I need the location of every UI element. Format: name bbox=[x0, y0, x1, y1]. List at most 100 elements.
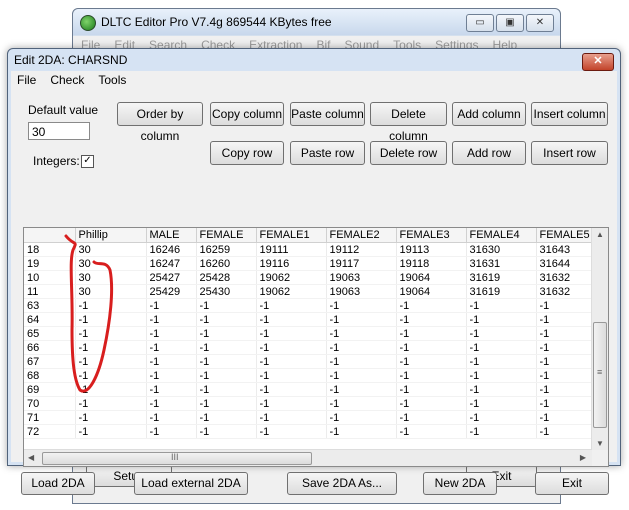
cell-female4[interactable]: 31619 bbox=[466, 284, 537, 299]
table-row[interactable]: 72 -1 -1 -1 -1 -1 -1 -1 -1 bbox=[24, 424, 597, 439]
table-row[interactable]: 64 -1 -1 -1 -1 -1 -1 -1 -1 bbox=[24, 312, 597, 327]
cell-female[interactable]: -1 bbox=[196, 298, 257, 313]
vertical-scroll-thumb[interactable]: ≡ bbox=[593, 322, 607, 428]
cell-female3[interactable]: -1 bbox=[396, 340, 467, 355]
column-header-female3[interactable]: FEMALE3 bbox=[396, 228, 467, 243]
order-by-column-button[interactable]: Order by column bbox=[117, 102, 203, 143]
cell-male[interactable]: 16246 bbox=[146, 242, 197, 257]
cell-phillip[interactable]: -1 bbox=[75, 424, 147, 439]
table-row[interactable]: 18 30 16246 16259 19111 19112 19113 31630 31643 bbox=[24, 242, 597, 257]
cell-female1[interactable]: 19062 bbox=[256, 270, 327, 285]
cell-female5[interactable]: -1 bbox=[536, 424, 597, 439]
insert-column-button[interactable]: Insert column bbox=[531, 102, 608, 126]
cell-female4[interactable]: 31619 bbox=[466, 270, 537, 285]
load-external-2da-button[interactable]: Load external 2DA bbox=[134, 472, 248, 495]
cell-female2[interactable]: -1 bbox=[326, 298, 397, 313]
scroll-left-arrow-icon[interactable]: ◀ bbox=[28, 453, 34, 462]
cell-female4[interactable]: 31630 bbox=[466, 242, 537, 257]
cell-phillip[interactable]: -1 bbox=[75, 354, 147, 369]
cell-female2[interactable]: -1 bbox=[326, 326, 397, 341]
scroll-down-arrow-icon[interactable]: ▼ bbox=[596, 439, 604, 448]
cell-female4[interactable]: -1 bbox=[466, 396, 537, 411]
cell-male[interactable]: -1 bbox=[146, 312, 197, 327]
cell-female1[interactable]: -1 bbox=[256, 396, 327, 411]
cell-female3[interactable]: -1 bbox=[396, 368, 467, 383]
delete-row-button[interactable]: Delete row bbox=[370, 141, 447, 165]
cell-female3[interactable]: -1 bbox=[396, 396, 467, 411]
horizontal-scrollbar[interactable]: ◀ III ▶ bbox=[24, 449, 592, 466]
cell-male[interactable]: 16247 bbox=[146, 256, 197, 271]
cell-female[interactable]: -1 bbox=[196, 354, 257, 369]
cell-row-index[interactable]: 71 bbox=[24, 410, 76, 425]
cell-female1[interactable]: -1 bbox=[256, 340, 327, 355]
cell-row-index[interactable]: 67 bbox=[24, 354, 76, 369]
cell-row-index[interactable]: 11 bbox=[24, 284, 76, 299]
integers-checkbox[interactable]: ✓ bbox=[81, 155, 94, 168]
table-row[interactable]: 66 -1 -1 -1 -1 -1 -1 -1 -1 bbox=[24, 340, 597, 355]
cell-female1[interactable]: 19111 bbox=[256, 242, 327, 257]
cell-female4[interactable]: -1 bbox=[466, 298, 537, 313]
cell-female1[interactable]: -1 bbox=[256, 410, 327, 425]
maximize-button[interactable]: ▣ bbox=[496, 14, 524, 32]
column-header-female5[interactable]: FEMALE5 bbox=[536, 228, 597, 243]
cell-phillip[interactable]: 30 bbox=[75, 270, 147, 285]
table-row[interactable]: 10 30 25427 25428 19062 19063 19064 31619 31632 bbox=[24, 270, 597, 285]
cell-female5[interactable]: -1 bbox=[536, 326, 597, 341]
table-row[interactable]: 65 -1 -1 -1 -1 -1 -1 -1 -1 bbox=[24, 326, 597, 341]
cell-row-index[interactable]: 72 bbox=[24, 424, 76, 439]
cell-phillip[interactable]: -1 bbox=[75, 410, 147, 425]
cell-female1[interactable]: 19116 bbox=[256, 256, 327, 271]
cell-female[interactable]: -1 bbox=[196, 410, 257, 425]
cell-female4[interactable]: -1 bbox=[466, 354, 537, 369]
cell-male[interactable]: 25427 bbox=[146, 270, 197, 285]
cell-female[interactable]: -1 bbox=[196, 368, 257, 383]
scroll-up-arrow-icon[interactable]: ▲ bbox=[596, 230, 604, 239]
cell-female5[interactable]: -1 bbox=[536, 298, 597, 313]
dialog-menu-tools[interactable]: Tools bbox=[98, 71, 126, 89]
cell-phillip[interactable]: -1 bbox=[75, 368, 147, 383]
default-value-input[interactable]: 30 bbox=[28, 122, 90, 140]
cell-female3[interactable]: -1 bbox=[396, 382, 467, 397]
save-2da-as-button[interactable]: Save 2DA As... bbox=[287, 472, 397, 495]
cell-male[interactable]: -1 bbox=[146, 340, 197, 355]
cell-female2[interactable]: 19063 bbox=[326, 284, 397, 299]
cell-female1[interactable]: -1 bbox=[256, 354, 327, 369]
cell-row-index[interactable]: 64 bbox=[24, 312, 76, 327]
cell-female[interactable]: 16260 bbox=[196, 256, 257, 271]
cell-male[interactable]: -1 bbox=[146, 410, 197, 425]
cell-female3[interactable]: -1 bbox=[396, 354, 467, 369]
dialog-menu-file[interactable]: File bbox=[17, 71, 36, 89]
paste-column-button[interactable]: Paste column bbox=[290, 102, 365, 126]
cell-female5[interactable]: 31632 bbox=[536, 270, 597, 285]
cell-female2[interactable]: 19112 bbox=[326, 242, 397, 257]
add-row-button[interactable]: Add row bbox=[452, 141, 526, 165]
exit-dialog-button[interactable]: Exit bbox=[535, 472, 609, 495]
column-header-female4[interactable]: FEMALE4 bbox=[466, 228, 537, 243]
cell-male[interactable]: -1 bbox=[146, 424, 197, 439]
cell-female2[interactable]: -1 bbox=[326, 340, 397, 355]
cell-female2[interactable]: 19063 bbox=[326, 270, 397, 285]
cell-female[interactable]: -1 bbox=[196, 424, 257, 439]
delete-column-button[interactable]: Delete column bbox=[370, 102, 447, 143]
cell-female5[interactable]: -1 bbox=[536, 382, 597, 397]
cell-female3[interactable]: -1 bbox=[396, 326, 467, 341]
cell-male[interactable]: -1 bbox=[146, 396, 197, 411]
dialog-close-button[interactable]: ✕ bbox=[582, 53, 614, 71]
cell-female3[interactable]: 19064 bbox=[396, 284, 467, 299]
table-row[interactable]: 63 -1 -1 -1 -1 -1 -1 -1 -1 bbox=[24, 298, 597, 313]
cell-female5[interactable]: -1 bbox=[536, 368, 597, 383]
table-row[interactable]: 71 -1 -1 -1 -1 -1 -1 -1 -1 bbox=[24, 410, 597, 425]
cell-female2[interactable]: -1 bbox=[326, 396, 397, 411]
copy-column-button[interactable]: Copy column bbox=[210, 102, 284, 126]
cell-female1[interactable]: -1 bbox=[256, 312, 327, 327]
cell-phillip[interactable]: 30 bbox=[75, 242, 147, 257]
cell-female2[interactable]: -1 bbox=[326, 312, 397, 327]
table-row[interactable]: 69 -1 -1 -1 -1 -1 -1 -1 -1 bbox=[24, 382, 597, 397]
cell-row-index[interactable]: 19 bbox=[24, 256, 76, 271]
cell-male[interactable]: -1 bbox=[146, 298, 197, 313]
cell-phillip[interactable]: -1 bbox=[75, 312, 147, 327]
cell-phillip[interactable]: -1 bbox=[75, 382, 147, 397]
cell-row-index[interactable]: 69 bbox=[24, 382, 76, 397]
cell-female2[interactable]: -1 bbox=[326, 424, 397, 439]
table-row[interactable]: 11 30 25429 25430 19062 19063 19064 31619 31632 bbox=[24, 284, 597, 299]
